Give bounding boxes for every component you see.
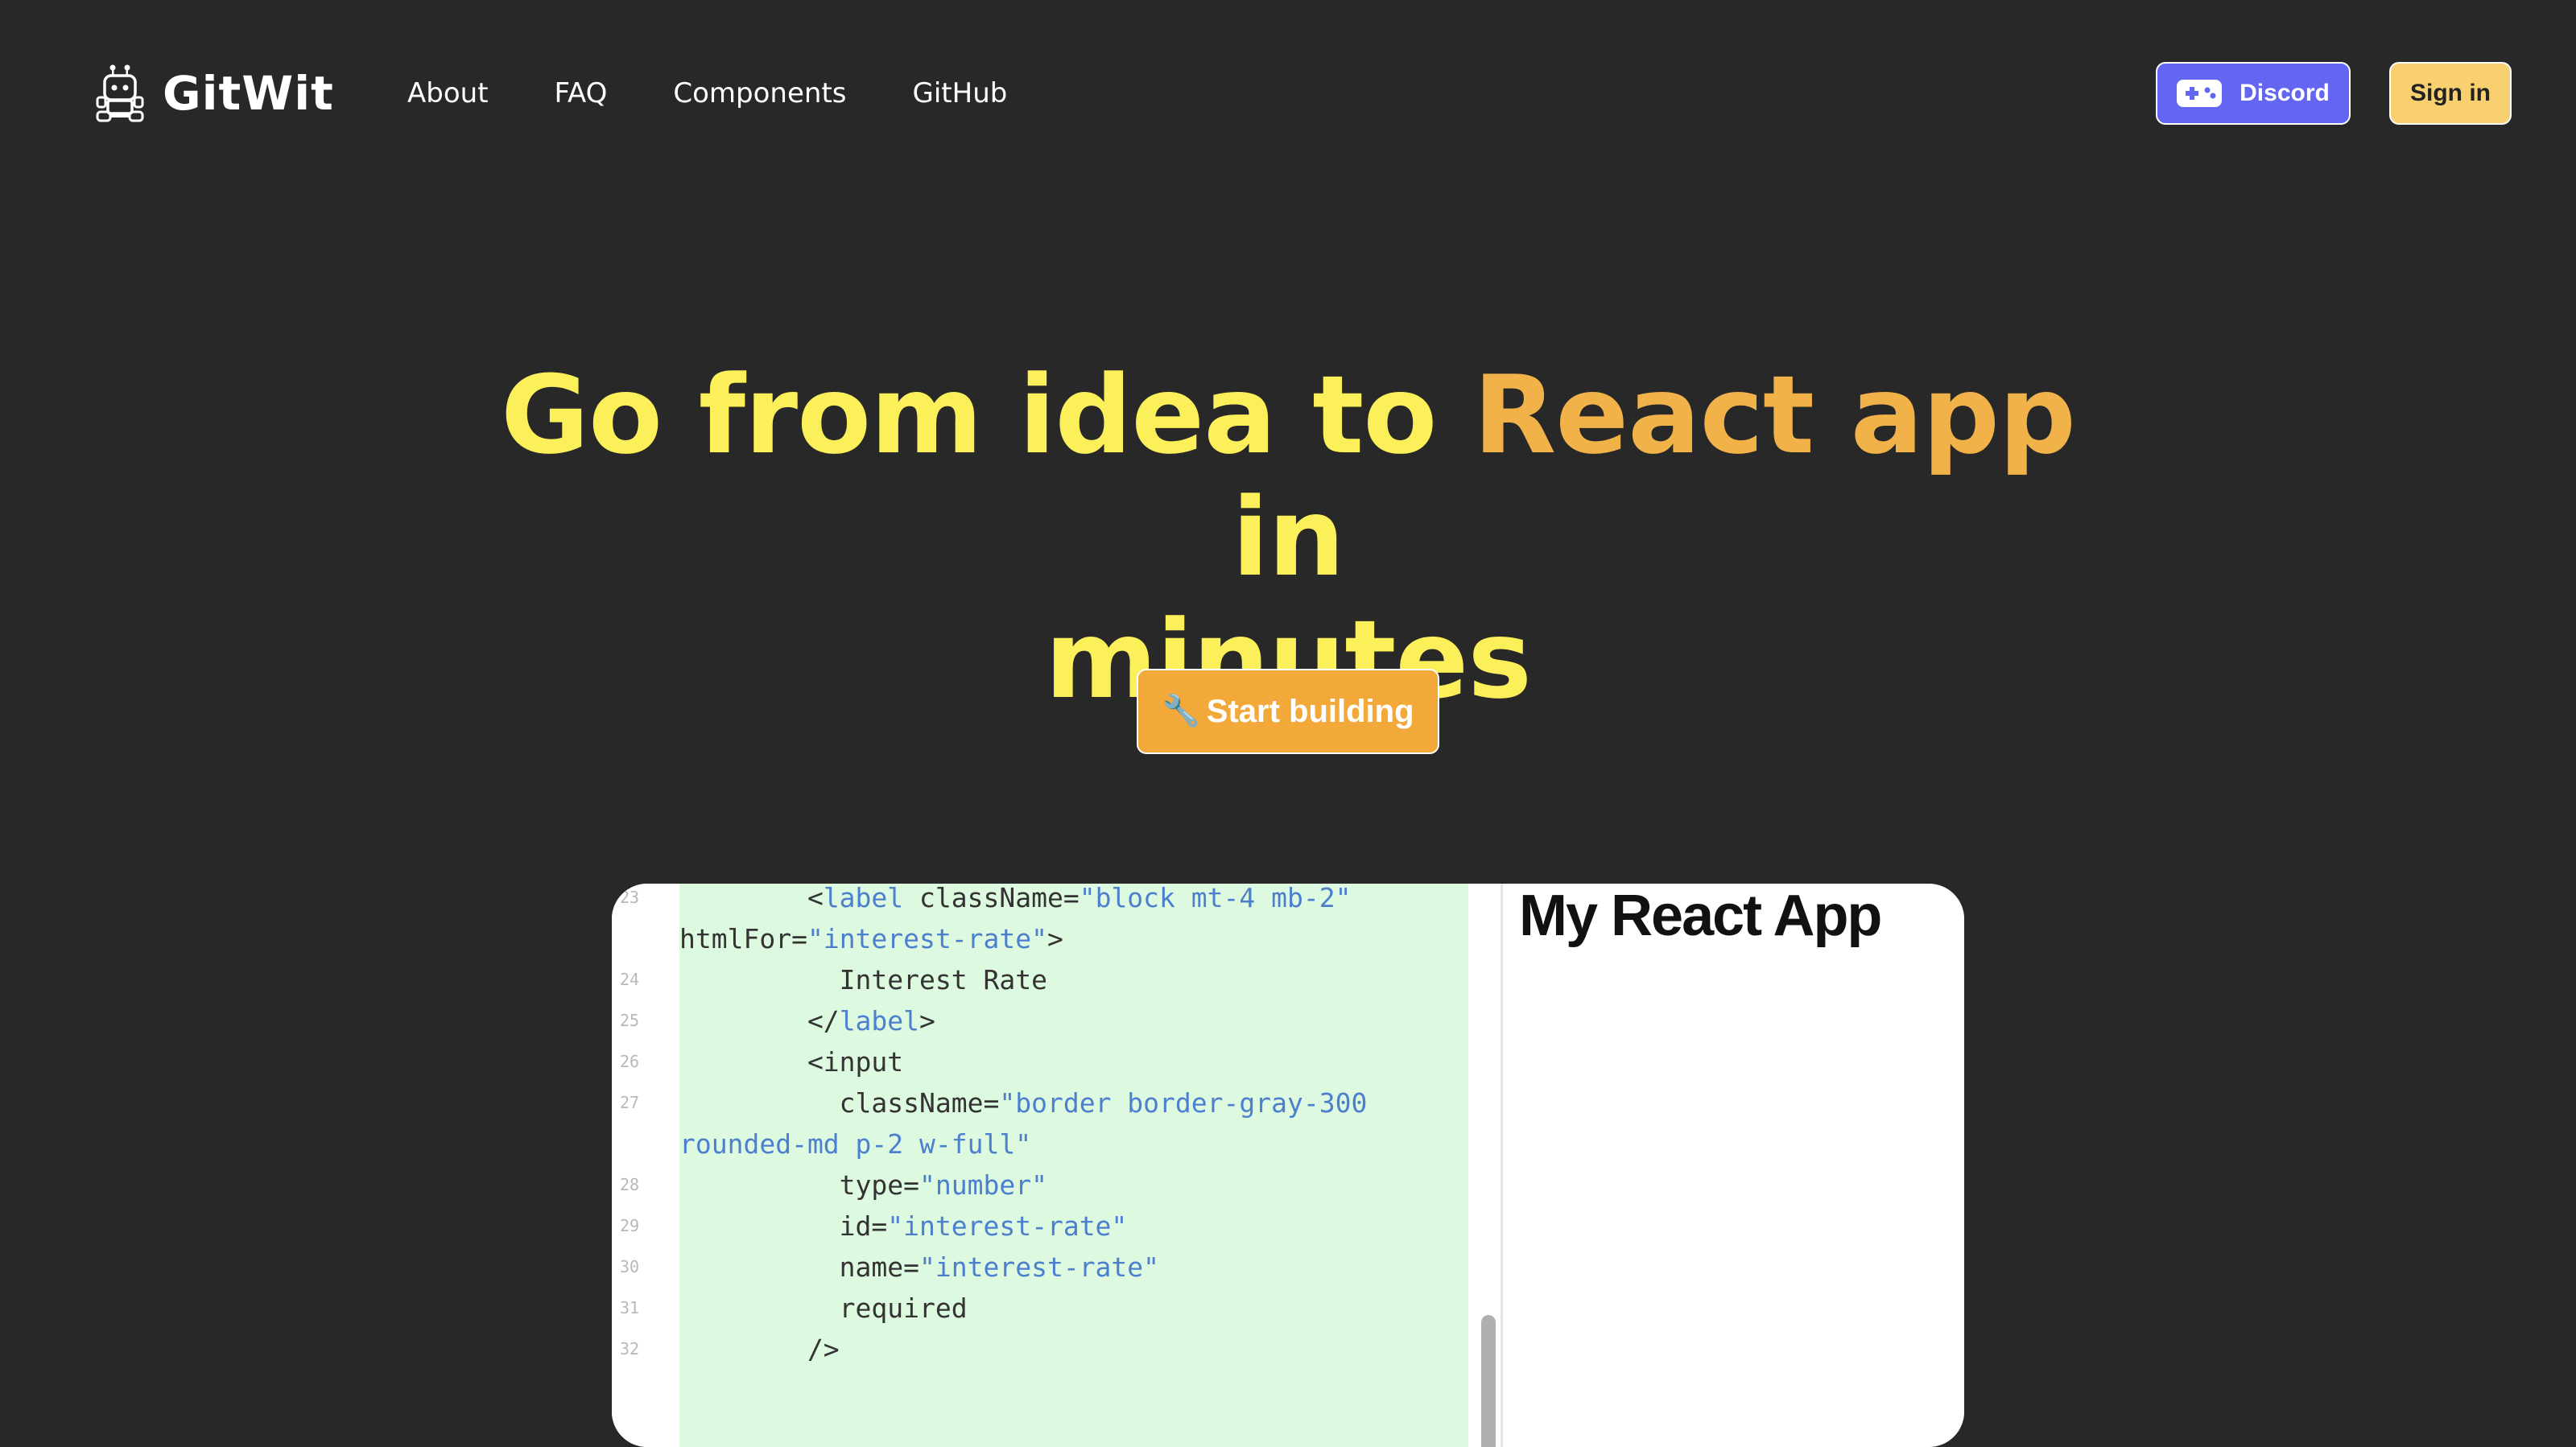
nav-link-github[interactable]: GitHub — [913, 74, 1008, 113]
start-building-label: Start building — [1206, 693, 1414, 729]
code-editor[interactable]: 23 <label className="block mt-4 mb-2" htm… — [612, 884, 1468, 1447]
line-number: 25 — [620, 1011, 640, 1030]
line-number: 30 — [620, 1257, 640, 1276]
code-line: 28 type="number" — [612, 1165, 1468, 1206]
code-text: /> — [679, 1329, 840, 1370]
code-line: 25 </label> — [612, 1000, 1468, 1041]
code-plain-token: > — [919, 1005, 935, 1037]
code-text: type="number" — [679, 1165, 1047, 1206]
code-plain-token: className= — [903, 884, 1080, 913]
code-tag-token: label — [839, 1005, 920, 1037]
line-number: 28 — [620, 1175, 640, 1194]
nav-link-faq[interactable]: FAQ — [555, 74, 608, 113]
sign-in-button[interactable]: Sign in — [2389, 62, 2512, 125]
code-string-token: rounded-md p-2 w-full" — [679, 1128, 1032, 1160]
headline-part-2: in — [1232, 475, 1344, 600]
code-text: className="border border-gray-300 — [679, 1082, 1368, 1123]
app-preview-title: My React App — [1519, 884, 1882, 948]
code-plain-token: className= — [679, 1087, 1000, 1119]
code-string-token: "border border-gray-300 — [999, 1087, 1368, 1119]
code-plain-token: /> — [679, 1334, 840, 1365]
code-line: 32 /> — [612, 1329, 1468, 1370]
line-number: 27 — [620, 1093, 640, 1112]
code-line: 26 <input — [612, 1041, 1468, 1082]
code-line: htmlFor="interest-rate"> — [612, 918, 1468, 959]
demo-preview-panel: 23 <label className="block mt-4 mb-2" htm… — [612, 884, 1964, 1447]
line-number: 32 — [620, 1339, 640, 1358]
main-nav: About FAQ Components GitHub — [407, 74, 1073, 113]
code-text: Interest Rate — [679, 959, 1047, 1000]
code-text: required — [679, 1288, 968, 1329]
gamepad-icon — [2177, 80, 2223, 107]
code-plain-token: type= — [679, 1169, 920, 1201]
code-plain-token: </ — [679, 1005, 840, 1037]
line-number: 29 — [620, 1216, 640, 1235]
line-number: 26 — [620, 1052, 640, 1071]
code-plain-token: <input — [679, 1046, 904, 1078]
headline-highlight: React app — [1473, 352, 2076, 478]
code-string-token: "number" — [919, 1169, 1047, 1201]
code-line: 30 name="interest-rate" — [612, 1247, 1468, 1288]
nav-link-about[interactable]: About — [407, 74, 489, 113]
code-plain-token: htmlFor= — [679, 923, 807, 954]
code-plain-token: name= — [679, 1251, 920, 1283]
headline-part-1: Go from idea to — [501, 352, 1474, 478]
line-number: 23 — [620, 888, 640, 907]
code-plain-token: Interest Rate — [679, 964, 1047, 996]
code-text: id="interest-rate" — [679, 1206, 1128, 1247]
code-plain-token: required — [679, 1292, 968, 1324]
code-text: </label> — [679, 1000, 935, 1041]
sign-in-button-label: Sign in — [2410, 80, 2491, 106]
code-line: 24 Interest Rate — [612, 959, 1468, 1000]
robot-icon — [96, 64, 144, 122]
code-text: <label className="block mt-4 mb-2" — [679, 884, 1352, 918]
code-plain-token: > — [1046, 923, 1063, 954]
code-text: <input — [679, 1041, 903, 1082]
brand-name: GitWit — [163, 66, 334, 121]
code-line: 29 id="interest-rate" — [612, 1206, 1468, 1247]
code-line: rounded-md p-2 w-full" — [612, 1123, 1468, 1165]
discord-button-label: Discord — [2240, 80, 2330, 106]
editor-scrollbar-thumb[interactable] — [1481, 1315, 1496, 1447]
code-string-token: "interest-rate" — [887, 1210, 1128, 1242]
code-line: 23 <label className="block mt-4 mb-2" — [612, 884, 1468, 918]
code-line: 27 className="border border-gray-300 — [612, 1082, 1468, 1123]
code-plain-token: id= — [679, 1210, 888, 1242]
code-string-token: "interest-rate" — [807, 923, 1047, 954]
code-tag-token: label — [823, 884, 904, 913]
code-text: rounded-md p-2 w-full" — [679, 1123, 1031, 1165]
code-text: name="interest-rate" — [679, 1247, 1159, 1288]
hero-headline: Go from idea to React app in minutes — [483, 354, 2093, 721]
brand-logo[interactable]: GitWit — [95, 61, 334, 126]
code-line: 31 required — [612, 1288, 1468, 1329]
start-building-button[interactable]: 🔧 Start building — [1137, 669, 1439, 754]
app-preview-pane: My React App — [1503, 884, 1964, 1447]
nav-link-components[interactable]: Components — [673, 74, 846, 113]
discord-button[interactable]: Discord — [2156, 62, 2351, 125]
line-number: 24 — [620, 970, 640, 989]
code-string-token: "interest-rate" — [919, 1251, 1160, 1283]
wrench-icon: 🔧 — [1162, 695, 1200, 728]
code-plain-token: < — [679, 884, 824, 913]
code-text: htmlFor="interest-rate"> — [679, 918, 1063, 959]
top-navigation-bar: GitWit About FAQ Components GitHub Disco… — [0, 0, 2576, 187]
line-number: 31 — [620, 1298, 640, 1317]
code-string-token: "block mt-4 mb-2" — [1079, 884, 1352, 913]
